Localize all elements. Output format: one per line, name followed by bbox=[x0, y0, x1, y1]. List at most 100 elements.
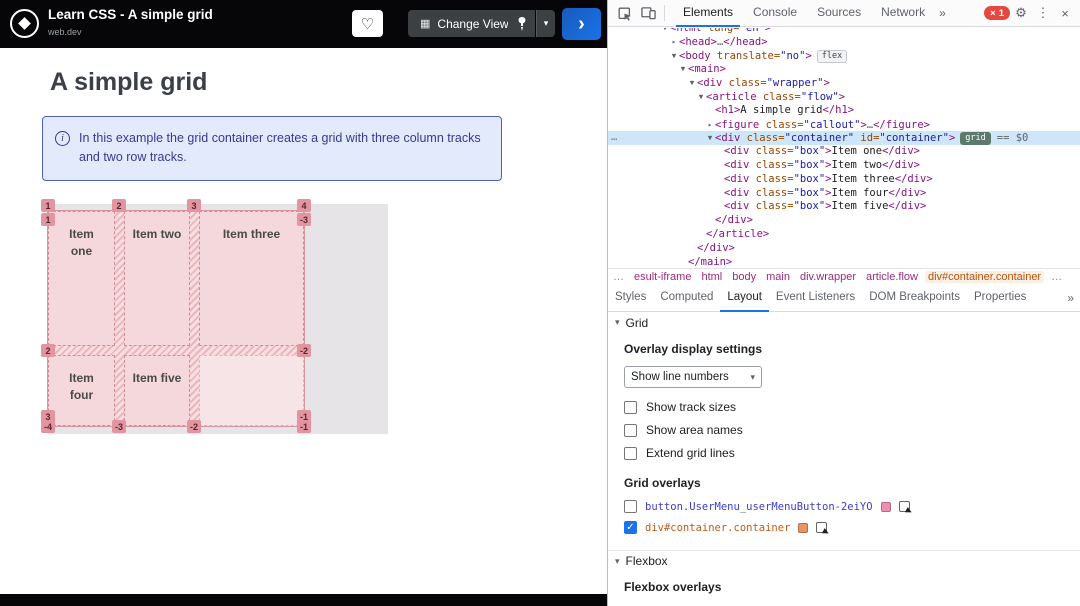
tree-node[interactable]: </main> bbox=[608, 256, 1080, 268]
line-numbers-dropdown[interactable]: Show line numbers ▾ bbox=[624, 366, 762, 388]
flex-badge[interactable]: flex bbox=[816, 49, 848, 63]
site-header: Learn CSS - A simple grid web.dev ♡ ▦ Ch… bbox=[0, 0, 607, 48]
twisty-icon[interactable]: ▼ bbox=[705, 131, 715, 145]
pin-button[interactable] bbox=[508, 10, 535, 37]
breadcrumb-item[interactable]: body bbox=[729, 271, 759, 283]
code-token: class= bbox=[756, 90, 801, 103]
more-panels-icon[interactable]: » bbox=[1061, 291, 1080, 305]
tree-node[interactable]: <div class="box">Item four</div> bbox=[608, 187, 1080, 201]
checkbox-unchecked[interactable] bbox=[624, 400, 637, 414]
tree-node[interactable]: ▼<html lang="en"> bbox=[608, 28, 1080, 35]
inspect-icon[interactable] bbox=[612, 2, 636, 24]
collapse-arrow-icon: ▾ bbox=[615, 317, 620, 327]
breadcrumb-item[interactable]: article.flow bbox=[863, 271, 921, 283]
panel-tab-computed[interactable]: Computed bbox=[653, 285, 720, 312]
devtools-tab-network[interactable]: Network bbox=[874, 0, 932, 27]
tree-node[interactable]: ▼ <div class="wrapper"> bbox=[608, 76, 1080, 90]
twisty-icon[interactable]: ▼ bbox=[669, 49, 679, 63]
settings-gear-icon[interactable]: ⚙ bbox=[1010, 5, 1032, 21]
breadcrumb-item[interactable]: html bbox=[698, 271, 725, 283]
code-token: "box" bbox=[793, 186, 826, 199]
twisty-icon[interactable]: ▼ bbox=[660, 28, 670, 35]
overlay-element-label: button.UserMenu_userMenuButton-2eiYO bbox=[645, 500, 873, 513]
tree-node[interactable]: <h1>A simple grid</h1> bbox=[608, 104, 1080, 118]
close-devtools-icon[interactable]: × bbox=[1054, 6, 1076, 21]
checkbox-unchecked[interactable] bbox=[624, 446, 637, 460]
twisty-icon[interactable]: ▼ bbox=[696, 90, 706, 104]
code-token: </h1> bbox=[822, 103, 855, 116]
checkbox-checked[interactable]: ✓ bbox=[624, 521, 637, 534]
inspect-element-icon[interactable] bbox=[816, 522, 828, 533]
devtools-tab-sources[interactable]: Sources bbox=[810, 0, 868, 27]
heart-icon: ♡ bbox=[360, 15, 375, 33]
tree-node[interactable]: <div class="box">Item one</div> bbox=[608, 145, 1080, 159]
open-editor-button[interactable]: › bbox=[562, 8, 601, 40]
twisty-icon[interactable]: ▸ bbox=[705, 118, 715, 132]
tree-node[interactable]: ▸ <head>…</head> bbox=[608, 35, 1080, 49]
page-footer-bar bbox=[0, 594, 607, 606]
more-tabs-icon[interactable]: » bbox=[935, 6, 950, 20]
breadcrumb-item[interactable]: … bbox=[610, 271, 627, 283]
code-token: class= bbox=[740, 132, 785, 145]
tree-node[interactable]: <div class="box">Item two</div> bbox=[608, 159, 1080, 173]
grid-item: Item three bbox=[199, 211, 304, 346]
kebab-menu-icon[interactable]: ⋮ bbox=[1032, 5, 1054, 21]
change-view-button[interactable]: ▦ Change View bbox=[408, 10, 521, 37]
change-view-label: Change View bbox=[437, 16, 509, 31]
code-token: <head> bbox=[679, 35, 717, 48]
tree-node[interactable]: </article> bbox=[608, 228, 1080, 242]
tree-node[interactable]: ▸ <figure class="callout">…</figure> bbox=[608, 118, 1080, 132]
devtools-tab-elements[interactable]: Elements bbox=[676, 0, 741, 27]
checkbox-unchecked[interactable] bbox=[624, 423, 637, 437]
inspect-element-icon[interactable] bbox=[898, 501, 910, 512]
error-badge[interactable]: × 1 bbox=[984, 6, 1010, 20]
favorite-button[interactable]: ♡ bbox=[352, 10, 383, 37]
info-icon: i bbox=[55, 131, 70, 146]
page-content: A simple grid i In this example the grid… bbox=[0, 48, 607, 594]
info-callout: i In this example the grid container cre… bbox=[42, 116, 502, 181]
panel-tab-layout[interactable]: Layout bbox=[720, 285, 769, 312]
tree-node[interactable]: ▼ <body translate="no"> flex bbox=[608, 49, 1080, 63]
tree-node[interactable]: <div class="box">Item three</div> bbox=[608, 173, 1080, 187]
panel-tab-dom-breakpoints[interactable]: DOM Breakpoints bbox=[862, 285, 967, 312]
webdev-logo[interactable] bbox=[10, 9, 39, 38]
checkbox-label: Show area names bbox=[646, 423, 743, 437]
error-count: 1 bbox=[998, 7, 1004, 19]
flexbox-section-header[interactable]: ▾ Flexbox bbox=[608, 550, 1080, 571]
code-token: class= bbox=[749, 200, 794, 213]
overlay-option-row: Show area names bbox=[624, 423, 1064, 437]
breadcrumb-item[interactable]: esult-iframe bbox=[631, 271, 694, 283]
page-header-subtitle: web.dev bbox=[48, 27, 82, 37]
code-token: > bbox=[805, 49, 812, 62]
row-overflow-dots: … bbox=[611, 131, 619, 144]
device-toolbar-icon[interactable] bbox=[636, 2, 660, 24]
code-token: translate= bbox=[710, 49, 781, 62]
chevron-down-icon: ▾ bbox=[750, 371, 755, 382]
panel-tab-styles[interactable]: Styles bbox=[608, 285, 653, 312]
code-token: <h1> bbox=[715, 103, 741, 116]
tree-node[interactable]: <div class="box">Item five</div> bbox=[608, 200, 1080, 214]
panel-tab-properties[interactable]: Properties bbox=[967, 285, 1033, 312]
tree-node[interactable]: </div> bbox=[608, 242, 1080, 256]
devtools-tab-console[interactable]: Console bbox=[746, 0, 804, 27]
tree-node[interactable]: ▼ <article class="flow"> bbox=[608, 90, 1080, 104]
tree-node[interactable]: ▼ <main> bbox=[608, 62, 1080, 76]
breadcrumb-item[interactable]: div#container.container bbox=[924, 271, 1045, 283]
twisty-icon[interactable]: ▼ bbox=[687, 76, 697, 90]
twisty-icon[interactable]: ▼ bbox=[678, 62, 688, 76]
flexbox-section-body: Flexbox overlays bbox=[608, 571, 1080, 602]
grid-item-label: Item four bbox=[69, 371, 94, 402]
grid-item-label: Item three bbox=[222, 227, 281, 241]
breadcrumb-item[interactable]: div.wrapper bbox=[797, 271, 859, 283]
twisty-icon[interactable]: ▸ bbox=[669, 35, 679, 49]
grid-section-header[interactable]: ▾ Grid bbox=[608, 312, 1080, 333]
overlay-settings-label: Overlay display settings bbox=[624, 342, 763, 356]
panel-tab-event-listeners[interactable]: Event Listeners bbox=[769, 285, 862, 312]
checkbox-unchecked[interactable] bbox=[624, 500, 637, 513]
breadcrumb-item[interactable]: … bbox=[1048, 271, 1065, 283]
tree-node[interactable]: </div> bbox=[608, 214, 1080, 228]
tree-node[interactable]: … ▼ <div class="container" id="container">… bbox=[608, 131, 1080, 146]
breadcrumb-item[interactable]: main bbox=[763, 271, 793, 283]
grid-badge[interactable]: grid bbox=[960, 132, 991, 146]
pin-dropdown-button[interactable]: ▾ bbox=[536, 10, 555, 37]
